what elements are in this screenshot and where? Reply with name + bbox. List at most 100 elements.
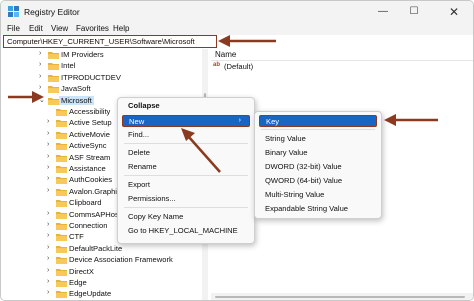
tree-item-label: ActiveMovie [69, 129, 110, 139]
tree-item[interactable]: › JavaSoft [39, 84, 207, 94]
chevron-right-icon[interactable]: › [47, 175, 55, 182]
menu-item-label: Permissions... [128, 194, 176, 203]
folder-icon [48, 97, 59, 105]
menu-item-label: Binary Value [265, 148, 308, 157]
chevron-right-icon[interactable]: › [47, 232, 55, 239]
menu-edit[interactable]: Edit [29, 24, 43, 33]
menu-file[interactable]: File [7, 24, 20, 33]
tree-item-label: CTF [69, 232, 84, 242]
tree-item[interactable]: › DefaultPackLite [47, 243, 207, 254]
folder-icon [56, 109, 67, 116]
folder-icon [56, 280, 67, 287]
tree-item-label: AuthCookies [69, 175, 113, 185]
chevron-right-icon[interactable]: › [47, 118, 55, 125]
folder-icon [48, 86, 59, 94]
value-name: (Default) [224, 62, 254, 71]
menu-item-label: Delete [128, 148, 150, 157]
tree-item-label: Accessibility [69, 107, 111, 116]
title-bar: Registry Editor — ☐ ✕ [1, 1, 473, 23]
folder-icon [56, 120, 67, 128]
new-submenu: Key String Value Binary Value DWORD (32-bit… [254, 111, 382, 219]
maximize-button[interactable]: ☐ [401, 4, 427, 20]
folder-icon [56, 211, 67, 219]
menu-item-collapse[interactable]: Collapse [118, 100, 254, 112]
chevron-right-icon[interactable]: › [39, 73, 47, 80]
tree-item-label: DefaultPackLite [69, 243, 123, 253]
chevron-right-icon[interactable]: › [47, 244, 55, 251]
chevron-right-icon[interactable]: › [47, 210, 55, 217]
tree-item-label: EdgeUpdate [69, 289, 112, 299]
scrollbar-thumb[interactable] [215, 296, 465, 298]
menu-item-copy-key-name[interactable]: Copy Key Name [118, 211, 254, 223]
folder-icon [56, 291, 67, 299]
menu-item-multi-string-value[interactable]: Multi-String Value [255, 189, 381, 201]
chevron-right-icon[interactable]: › [47, 130, 55, 137]
tree-item[interactable]: › Device Association Framework [47, 255, 207, 265]
tree-item-label: Connection [69, 221, 108, 230]
minimize-button[interactable]: — [370, 4, 396, 20]
tree-item[interactable]: › IM Providers [39, 50, 207, 60]
chevron-right-icon[interactable]: › [47, 153, 55, 160]
close-button[interactable]: ✕ [441, 4, 467, 20]
chevron-right-icon[interactable]: › [39, 50, 47, 57]
menu-item-dword-32-bit-value[interactable]: DWORD (32-bit) Value [255, 161, 381, 173]
menu-item-key[interactable]: Key [259, 115, 377, 127]
folder-icon [48, 74, 59, 82]
menu-favorites[interactable]: Favorites [76, 24, 109, 33]
tree-item-label: DirectX [69, 266, 94, 276]
column-header-name[interactable]: Name [215, 50, 236, 59]
menu-view[interactable]: View [51, 24, 68, 33]
menu-item-export[interactable]: Export [118, 179, 254, 191]
tree-item[interactable]: › EdgeUpdate [47, 289, 207, 299]
window-title: Registry Editor [24, 7, 80, 17]
menu-separator [261, 129, 375, 130]
key-arrow-icon [384, 114, 438, 126]
chevron-right-icon[interactable]: › [47, 221, 55, 228]
chevron-right-icon: › [238, 117, 241, 124]
chevron-right-icon[interactable]: › [47, 255, 55, 262]
menu-item-qword-64-bit-value[interactable]: QWORD (64-bit) Value [255, 175, 381, 187]
menu-help[interactable]: Help [113, 24, 129, 33]
menu-item-expandable-string-value[interactable]: Expandable String Value [255, 203, 381, 215]
folder-icon [56, 177, 67, 185]
chevron-right-icon[interactable]: › [47, 289, 55, 296]
tree-item[interactable]: › ITPRODUCTDEV [39, 72, 207, 83]
folder-icon [56, 223, 67, 230]
menu-separator [124, 207, 248, 208]
menu-item-label: New [129, 117, 145, 126]
values-header: Name [211, 49, 473, 61]
menu-item-permissions[interactable]: Permissions... [118, 193, 254, 205]
menu-item-go-to-hkey-local-machine[interactable]: Go to HKEY_LOCAL_MACHINE [118, 225, 254, 237]
menu-item-label: QWORD (64-bit) Value [265, 176, 343, 185]
menu-item-label: Find... [128, 130, 150, 139]
folder-icon [56, 245, 67, 253]
chevron-right-icon[interactable]: › [47, 141, 55, 148]
tree-item-label: Edge [69, 278, 87, 287]
menu-item-label: DWORD (32-bit) Value [265, 162, 342, 171]
tree-item-label: Active Setup [69, 118, 112, 128]
menu-item-binary-value[interactable]: Binary Value [255, 147, 381, 159]
folder-icon [56, 188, 67, 196]
chevron-right-icon[interactable]: › [47, 187, 55, 194]
tree-item[interactable]: › Intel [39, 61, 207, 71]
address-bar[interactable]: Computer\HKEY_CURRENT_USER\Software\Micr… [3, 35, 217, 48]
address-arrow-icon [218, 35, 276, 47]
tree-item[interactable]: › Edge [47, 278, 207, 288]
menu-item-label: Export [128, 180, 150, 189]
tree-item-label: ITPRODUCTDEV [61, 72, 121, 82]
chevron-right-icon[interactable]: › [47, 267, 55, 274]
tree-item-label: Assistance [69, 164, 106, 173]
chevron-right-icon[interactable]: › [47, 278, 55, 285]
menu-item-label: Go to HKEY_LOCAL_MACHINE [128, 226, 238, 235]
chevron-right-icon[interactable]: › [47, 164, 55, 171]
tree-item[interactable]: › DirectX [47, 266, 207, 277]
folder-icon [56, 257, 67, 265]
folder-icon [56, 131, 67, 139]
tree-item-label: Intel [61, 61, 76, 71]
folder-icon [56, 154, 67, 162]
tree-item-label: CommsAPHost [69, 209, 121, 219]
folder-icon [56, 234, 67, 242]
values-horizontal-scrollbar[interactable] [211, 293, 473, 300]
menu-item-string-value[interactable]: String Value [255, 133, 381, 145]
chevron-right-icon[interactable]: › [39, 61, 47, 68]
